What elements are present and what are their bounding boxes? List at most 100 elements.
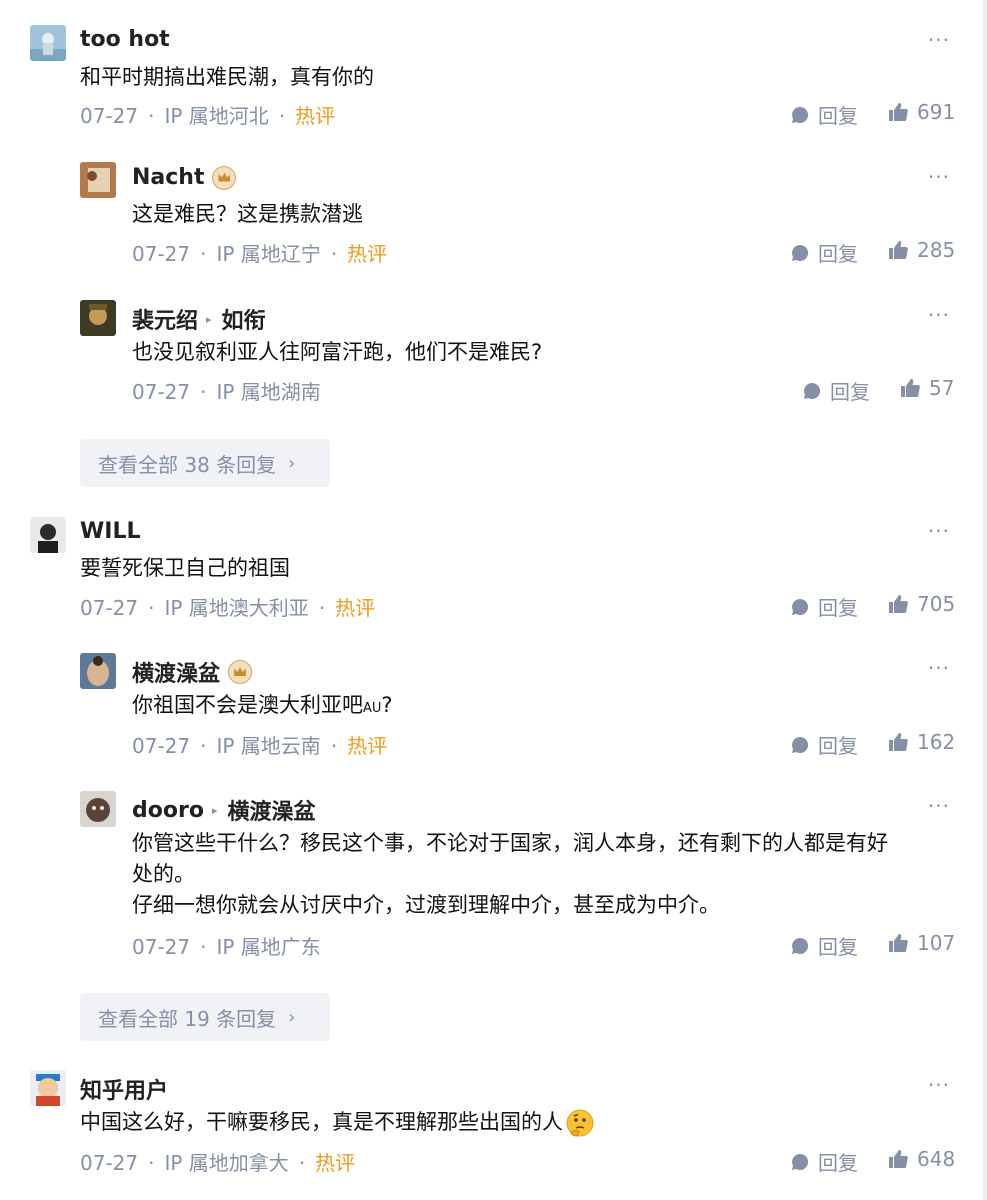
hot-tag: 热评 bbox=[315, 1151, 356, 1175]
reply-text-line: 仔细一想你就会从讨厌中介，过渡到理解中介，甚至成为中介。 bbox=[132, 893, 720, 917]
more-options-button[interactable]: ··· bbox=[928, 1073, 950, 1097]
reply-button[interactable]: 回复 bbox=[790, 931, 858, 960]
avatar[interactable] bbox=[30, 1070, 66, 1106]
reply-author[interactable]: 横渡澡盆 bbox=[132, 656, 253, 688]
author-name[interactable]: WILL bbox=[80, 519, 141, 544]
comment-date: 07-27 bbox=[132, 935, 191, 959]
hot-tag: 热评 bbox=[295, 104, 336, 128]
comment-date: 07-27 bbox=[80, 1151, 139, 1175]
comment-author[interactable]: WILL bbox=[80, 519, 141, 544]
author-name[interactable]: dooro bbox=[132, 798, 204, 823]
country-code: AU bbox=[363, 701, 382, 716]
thumbs-up-icon bbox=[889, 1150, 908, 1168]
reply-bubble-icon bbox=[804, 382, 821, 399]
like-count: 285 bbox=[917, 238, 956, 262]
like-button[interactable]: 107 bbox=[887, 931, 955, 955]
separator: · bbox=[148, 596, 155, 620]
author-name[interactable]: Nacht bbox=[132, 165, 204, 190]
thumbs-up-icon bbox=[901, 379, 920, 398]
author-name[interactable]: 裴元绍 bbox=[132, 303, 198, 335]
more-options-button[interactable]: ··· bbox=[928, 165, 950, 189]
separator: · bbox=[200, 242, 207, 266]
like-button[interactable]: 57 bbox=[899, 376, 954, 400]
like-count: 107 bbox=[917, 931, 956, 955]
avatar[interactable] bbox=[80, 653, 116, 689]
more-options-button[interactable]: ··· bbox=[928, 28, 950, 52]
separator: · bbox=[148, 104, 155, 128]
thumbs-up-icon bbox=[889, 241, 908, 260]
like-button[interactable]: 691 bbox=[887, 100, 955, 124]
separator: · bbox=[318, 596, 326, 620]
reply-meta: 07-27 · IP 属地湖南 bbox=[132, 376, 321, 405]
author-name[interactable]: 知乎用户 bbox=[80, 1073, 168, 1105]
more-options-button[interactable]: ··· bbox=[928, 303, 950, 327]
comment-date: 07-27 bbox=[80, 596, 139, 620]
scrollbar[interactable] bbox=[983, 0, 987, 1200]
comment-author[interactable]: too hot bbox=[80, 27, 170, 52]
separator: · bbox=[200, 935, 207, 959]
reply-meta: 07-27 · IP 属地辽宁 · 热评 bbox=[132, 238, 387, 267]
like-button[interactable]: 648 bbox=[887, 1147, 955, 1171]
reply-meta: 07-27 · IP 属地云南 · 热评 bbox=[132, 730, 387, 759]
avatar[interactable] bbox=[30, 517, 66, 553]
more-options-button[interactable]: ··· bbox=[928, 519, 950, 543]
reply-label: 回复 bbox=[818, 104, 858, 128]
comment-author[interactable]: 知乎用户 bbox=[80, 1073, 168, 1105]
thumbs-up-icon bbox=[889, 103, 908, 122]
separator: · bbox=[298, 1151, 306, 1175]
crown-badge-icon bbox=[228, 660, 253, 684]
reply-button[interactable]: 回复 bbox=[790, 730, 858, 759]
author-name[interactable]: 横渡澡盆 bbox=[132, 656, 220, 688]
comment-date: 07-27 bbox=[80, 104, 139, 128]
ip-location: IP 属地云南 bbox=[216, 734, 321, 758]
reply-bubble-icon bbox=[792, 937, 809, 954]
reply-to-name[interactable]: 如衔 bbox=[222, 303, 266, 335]
more-options-button[interactable]: ··· bbox=[928, 656, 950, 680]
reply-label: 回复 bbox=[818, 1151, 858, 1175]
reply-button[interactable]: 回复 bbox=[790, 1147, 858, 1176]
avatar[interactable] bbox=[80, 300, 116, 336]
reply-text-end: ? bbox=[381, 693, 393, 717]
separator: · bbox=[148, 1151, 155, 1175]
reply-author[interactable]: dooro ▸ 横渡澡盆 bbox=[132, 794, 316, 826]
reply-button[interactable]: 回复 bbox=[790, 238, 858, 267]
reply-author[interactable]: Nacht bbox=[132, 165, 237, 190]
reply-button[interactable]: 回复 bbox=[802, 376, 870, 405]
separator: · bbox=[200, 380, 207, 404]
reply-text: 也没见叙利亚人往阿富汗跑，他们不是难民? bbox=[132, 340, 543, 364]
avatar[interactable] bbox=[80, 162, 116, 198]
more-options-button[interactable]: ··· bbox=[928, 794, 950, 818]
avatar[interactable] bbox=[80, 791, 116, 827]
separator: · bbox=[330, 734, 338, 758]
author-name[interactable]: too hot bbox=[80, 27, 170, 52]
ip-location: IP 属地广东 bbox=[216, 935, 321, 959]
thumbs-up-icon bbox=[889, 934, 908, 952]
reply-bubble-icon bbox=[792, 1153, 809, 1170]
like-count: 705 bbox=[917, 592, 956, 616]
like-button[interactable]: 162 bbox=[887, 730, 955, 754]
reply-to-name[interactable]: 横渡澡盆 bbox=[227, 794, 315, 826]
comment-text: 和平时期搞出难民潮，真有你的 bbox=[80, 65, 374, 89]
view-all-label: 查看全部 19 条回复 bbox=[98, 1006, 277, 1031]
reply-to-arrow-icon: ▸ bbox=[211, 803, 218, 817]
reply-meta: 07-27 · IP 属地广东 bbox=[132, 931, 321, 960]
reply-bubble-icon bbox=[792, 736, 809, 753]
view-all-replies-button[interactable]: 查看全部 19 条回复 › bbox=[80, 993, 330, 1041]
ip-location: IP 属地澳大利亚 bbox=[164, 596, 309, 620]
like-button[interactable]: 285 bbox=[887, 238, 955, 262]
view-all-replies-button[interactable]: 查看全部 38 条回复 › bbox=[80, 439, 330, 487]
hot-tag: 热评 bbox=[335, 596, 376, 620]
reply-button[interactable]: 回复 bbox=[790, 592, 858, 621]
reply-button[interactable]: 回复 bbox=[790, 100, 858, 129]
separator: · bbox=[330, 242, 338, 266]
reply-text-main: 你祖国不会是澳大利亚吧 bbox=[132, 693, 363, 717]
reply-author[interactable]: 裴元绍 ▸ 如衔 bbox=[132, 303, 266, 335]
chevron-right-icon: › bbox=[288, 452, 296, 474]
avatar[interactable] bbox=[30, 25, 66, 61]
like-count: 57 bbox=[929, 376, 955, 400]
reply-bubble-icon bbox=[792, 106, 809, 123]
like-count: 691 bbox=[917, 100, 956, 124]
hot-tag: 热评 bbox=[347, 734, 388, 758]
like-button[interactable]: 705 bbox=[887, 592, 955, 616]
reply-bubble-icon bbox=[792, 244, 809, 261]
